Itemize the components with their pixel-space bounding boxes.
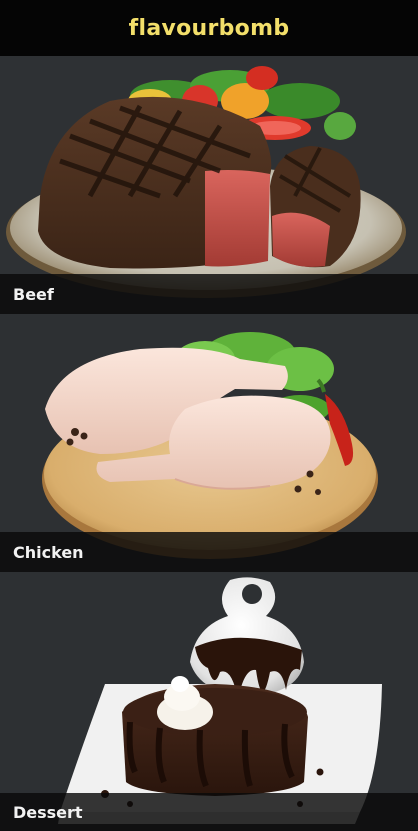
- category-label-bar: Beef: [0, 274, 418, 314]
- category-label-beef: Beef: [13, 284, 54, 304]
- category-label-chicken: Chicken: [13, 542, 84, 562]
- app-header: flavourbomb: [0, 0, 418, 56]
- app-title: flavourbomb: [128, 15, 290, 41]
- category-tile-chicken[interactable]: Chicken: [0, 314, 418, 572]
- category-label-bar: Dessert: [0, 793, 418, 831]
- category-tile-dessert[interactable]: Dessert: [0, 572, 418, 831]
- category-label-dessert: Dessert: [13, 802, 83, 822]
- category-tile-beef[interactable]: Beef: [0, 56, 418, 314]
- category-label-bar: Chicken: [0, 532, 418, 572]
